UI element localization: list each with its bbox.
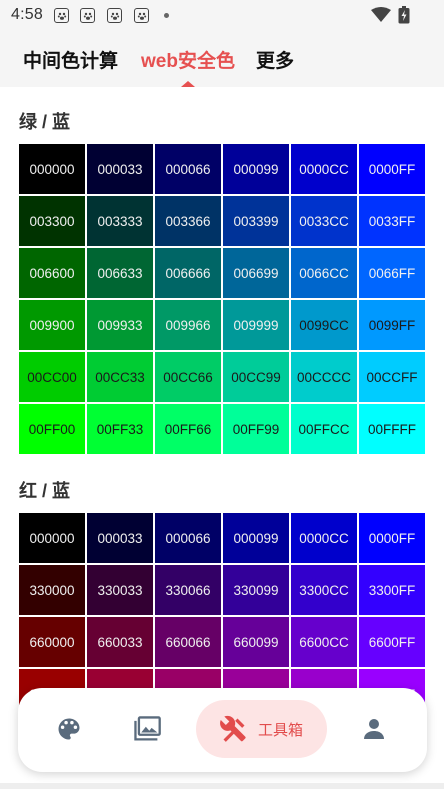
- battery-icon: [398, 6, 410, 24]
- color-swatch[interactable]: 00FFCC: [291, 404, 357, 454]
- color-swatch[interactable]: 000066: [155, 513, 221, 563]
- more-notifications-dot: [164, 13, 169, 18]
- tools-icon: [220, 715, 246, 742]
- color-swatch[interactable]: 00CC00: [19, 352, 85, 402]
- color-swatch[interactable]: 000099: [223, 144, 289, 194]
- color-swatch[interactable]: 006666: [155, 248, 221, 298]
- color-swatch[interactable]: 00FFFF: [359, 404, 425, 454]
- color-swatch[interactable]: 0000FF: [359, 144, 425, 194]
- color-swatch[interactable]: 0000CC: [291, 144, 357, 194]
- color-swatch[interactable]: 009933: [87, 300, 153, 350]
- color-swatch[interactable]: 0066CC: [291, 248, 357, 298]
- color-swatch[interactable]: 009999: [223, 300, 289, 350]
- color-swatch[interactable]: 00FF00: [19, 404, 85, 454]
- top-tab-bar: 中间色计算 web安全色 更多: [0, 32, 444, 87]
- person-icon: [364, 719, 384, 739]
- nav-palette[interactable]: [40, 700, 98, 758]
- color-swatch[interactable]: 003366: [155, 196, 221, 246]
- color-swatch[interactable]: 00CCFF: [359, 352, 425, 402]
- color-swatch[interactable]: 6600CC: [291, 617, 357, 667]
- color-swatch[interactable]: 003399: [223, 196, 289, 246]
- color-swatch[interactable]: 00CCCC: [291, 352, 357, 402]
- color-swatch[interactable]: 330066: [155, 565, 221, 615]
- color-swatch[interactable]: 00FF99: [223, 404, 289, 454]
- color-swatch[interactable]: 009900: [19, 300, 85, 350]
- paw-notification-icon: [107, 8, 122, 23]
- paw-notification-icon: [80, 8, 95, 23]
- color-swatch[interactable]: 0000CC: [291, 513, 357, 563]
- paw-notification-icon: [54, 8, 69, 23]
- status-bar: 4:58: [0, 0, 444, 32]
- color-swatch[interactable]: 006633: [87, 248, 153, 298]
- section-title-red-blue: 红 / 蓝: [19, 481, 71, 501]
- color-swatch[interactable]: 00CC33: [87, 352, 153, 402]
- color-swatch[interactable]: 000000: [19, 144, 85, 194]
- image-icon: [134, 716, 161, 741]
- active-tab-indicator: [181, 81, 195, 87]
- color-swatch[interactable]: 660000: [19, 617, 85, 667]
- color-swatch[interactable]: 003300: [19, 196, 85, 246]
- status-time: 4:58: [11, 6, 43, 23]
- color-swatch[interactable]: 006600: [19, 248, 85, 298]
- nav-toolbox-label: 工具箱: [257, 721, 303, 739]
- color-swatch[interactable]: 000000: [19, 513, 85, 563]
- color-grid-green-blue: 000000 000033 000066 000099 0000CC 0000FF 0033…: [19, 144, 425, 454]
- color-swatch[interactable]: 3300FF: [359, 565, 425, 615]
- color-swatch[interactable]: 00CC99: [223, 352, 289, 402]
- color-swatch[interactable]: 000033: [87, 144, 153, 194]
- tab-intermediate-color[interactable]: 中间色计算: [23, 46, 118, 73]
- tab-more[interactable]: 更多: [256, 46, 294, 73]
- color-swatch[interactable]: 0000FF: [359, 513, 425, 563]
- wifi-icon: [371, 7, 391, 22]
- color-swatch[interactable]: 00FF33: [87, 404, 153, 454]
- color-swatch[interactable]: 0066FF: [359, 248, 425, 298]
- color-swatch[interactable]: 660066: [155, 617, 221, 667]
- color-swatch[interactable]: 00FF66: [155, 404, 221, 454]
- paw-notification-icon: [134, 8, 149, 23]
- palette-icon: [58, 718, 80, 740]
- tab-web-safe-colors[interactable]: web安全色: [141, 46, 235, 73]
- color-swatch[interactable]: 000033: [87, 513, 153, 563]
- color-swatch[interactable]: 0033FF: [359, 196, 425, 246]
- color-swatch[interactable]: 0033CC: [291, 196, 357, 246]
- color-swatch[interactable]: 000099: [223, 513, 289, 563]
- color-swatch[interactable]: 330033: [87, 565, 153, 615]
- color-swatch[interactable]: 000066: [155, 144, 221, 194]
- screen-bottom-edge: [0, 783, 444, 789]
- color-swatch[interactable]: 330099: [223, 565, 289, 615]
- nav-profile[interactable]: [345, 700, 403, 758]
- color-swatch[interactable]: 0099FF: [359, 300, 425, 350]
- section-title-green-blue: 绿 / 蓝: [19, 112, 71, 132]
- bottom-navigation: 工具箱: [18, 688, 427, 772]
- color-swatch[interactable]: 330000: [19, 565, 85, 615]
- nav-toolbox[interactable]: 工具箱: [196, 700, 327, 758]
- color-swatch[interactable]: 6600FF: [359, 617, 425, 667]
- nav-images[interactable]: [118, 700, 176, 758]
- color-swatch[interactable]: 660033: [87, 617, 153, 667]
- color-swatch[interactable]: 660099: [223, 617, 289, 667]
- color-swatch[interactable]: 009966: [155, 300, 221, 350]
- color-swatch[interactable]: 003333: [87, 196, 153, 246]
- color-swatch[interactable]: 3300CC: [291, 565, 357, 615]
- color-swatch[interactable]: 0099CC: [291, 300, 357, 350]
- color-swatch[interactable]: 00CC66: [155, 352, 221, 402]
- color-swatch[interactable]: 006699: [223, 248, 289, 298]
